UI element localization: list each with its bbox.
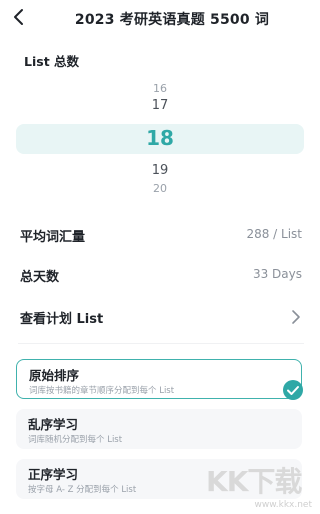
divider — [18, 343, 304, 344]
list-total-label: List 总数 — [24, 54, 80, 69]
picker-option[interactable]: 20 — [16, 182, 304, 195]
chevron-left-icon — [14, 9, 23, 25]
picker-option[interactable]: 19 — [16, 163, 304, 178]
sort-option-desc: 词库随机分配到每个 List — [28, 435, 123, 445]
avg-vocab-label: 平均词汇量 — [20, 230, 86, 245]
total-days-value: 33 Days — [252, 267, 302, 281]
sort-option-title: 正序学习 — [28, 467, 79, 482]
picker-option-selected[interactable]: 18 — [16, 126, 304, 150]
picker-option[interactable]: 16 — [16, 82, 304, 95]
view-plan-row[interactable]: 查看计划 List — [20, 306, 302, 330]
total-days-label: 总天数 — [20, 270, 60, 285]
check-icon — [283, 380, 303, 400]
header: 2023 考研英语真题 5500 词 — [0, 0, 320, 36]
total-days-row: 总天数 33 Days — [20, 264, 302, 288]
sort-option-desc: 词库按书籍的章节顺序分配到每个 List — [29, 386, 175, 396]
sort-option-desc: 按字母 A- Z 分配到每个 List — [28, 485, 137, 495]
sort-option-shuffle[interactable]: 乱序学习 词库随机分配到每个 List — [16, 409, 302, 449]
view-plan-label: 查看计划 List — [20, 312, 104, 327]
page-title: 2023 考研英语真题 5500 词 — [74, 12, 270, 28]
sort-option-original[interactable]: 原始排序 词库按书籍的章节顺序分配到每个 List — [16, 359, 303, 400]
chevron-right-icon — [290, 309, 302, 325]
watermark-logo: KK下载 — [206, 465, 302, 498]
picker-option[interactable]: 17 — [16, 98, 304, 113]
avg-vocab-row: 平均词汇量 288 / List — [20, 224, 302, 248]
sort-option-title: 乱序学习 — [28, 417, 79, 432]
back-button[interactable] — [8, 6, 30, 28]
avg-vocab-value: 288 / List — [246, 227, 302, 241]
watermark: KK下载 www.kkx.net — [200, 456, 318, 514]
sort-option-title: 原始排序 — [29, 368, 80, 383]
list-count-picker[interactable]: 16 17 18 19 20 — [16, 76, 304, 202]
watermark-url: www.kkx.net — [254, 500, 313, 510]
